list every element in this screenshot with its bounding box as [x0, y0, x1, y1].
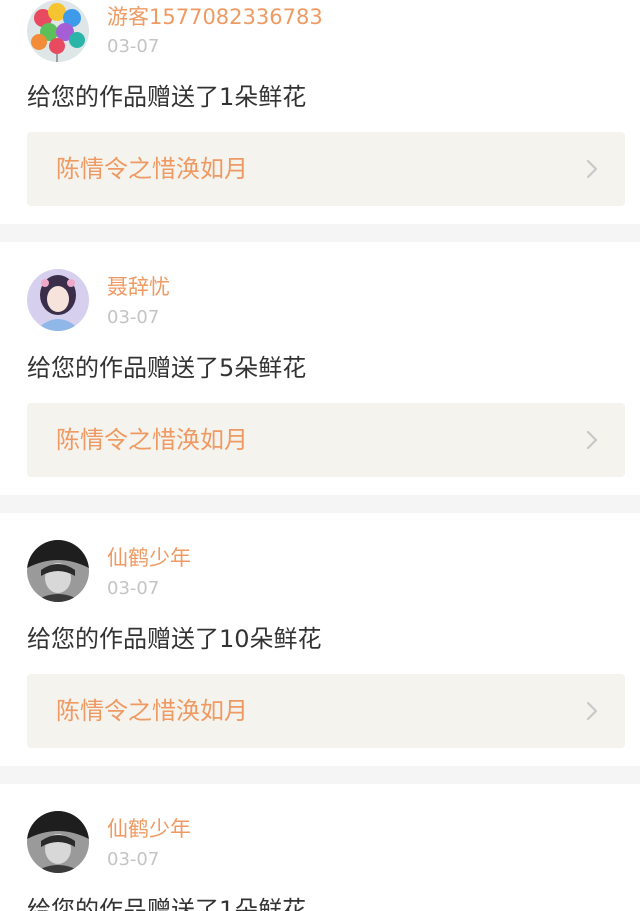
avatar[interactable] [27, 811, 89, 873]
balloons-avatar-image [27, 0, 89, 62]
gift-message: 给您的作品赠送了1朵鲜花 [27, 83, 307, 111]
work-title: 陈情令之惜涣如月 [56, 426, 248, 454]
username[interactable]: 游客1577082336783 [107, 4, 323, 30]
notification-card: 游客1577082336783 03-07 给您的作品赠送了1朵鲜花 陈情令之惜… [0, 0, 640, 224]
notification-card: 仙鹤少年 03-07 给您的作品赠送了10朵鲜花 陈情令之惜涣如月 [0, 513, 640, 766]
dark-hooded-avatar-image [27, 811, 89, 873]
chevron-right-icon [586, 159, 598, 179]
gift-message: 给您的作品赠送了5朵鲜花 [27, 354, 307, 382]
gift-message: 给您的作品赠送了10朵鲜花 [27, 625, 322, 653]
work-link-button[interactable]: 陈情令之惜涣如月 [27, 132, 625, 206]
chevron-right-icon [586, 430, 598, 450]
work-link-button[interactable]: 陈情令之惜涣如月 [27, 674, 625, 748]
work-title: 陈情令之惜涣如月 [56, 697, 248, 725]
notification-feed: 游客1577082336783 03-07 给您的作品赠送了1朵鲜花 陈情令之惜… [0, 0, 640, 911]
notification-card: 仙鹤少年 03-07 给您的作品赠送了1朵鲜花 [0, 784, 640, 911]
timestamp: 03-07 [107, 36, 160, 57]
chevron-right-icon [586, 701, 598, 721]
timestamp: 03-07 [107, 849, 160, 870]
girl-portrait-avatar-image [27, 269, 89, 331]
avatar[interactable] [27, 540, 89, 602]
work-title: 陈情令之惜涣如月 [56, 155, 248, 183]
work-link-button[interactable]: 陈情令之惜涣如月 [27, 403, 625, 477]
avatar[interactable] [27, 269, 89, 331]
username[interactable]: 仙鹤少年 [107, 545, 191, 571]
notification-card: 聂辞忧 03-07 给您的作品赠送了5朵鲜花 陈情令之惜涣如月 [0, 242, 640, 495]
gift-message: 给您的作品赠送了1朵鲜花 [27, 896, 307, 911]
timestamp: 03-07 [107, 307, 160, 328]
dark-hooded-avatar-image [27, 540, 89, 602]
avatar[interactable] [27, 0, 89, 62]
username[interactable]: 仙鹤少年 [107, 816, 191, 842]
username[interactable]: 聂辞忧 [107, 274, 170, 300]
timestamp: 03-07 [107, 578, 160, 599]
